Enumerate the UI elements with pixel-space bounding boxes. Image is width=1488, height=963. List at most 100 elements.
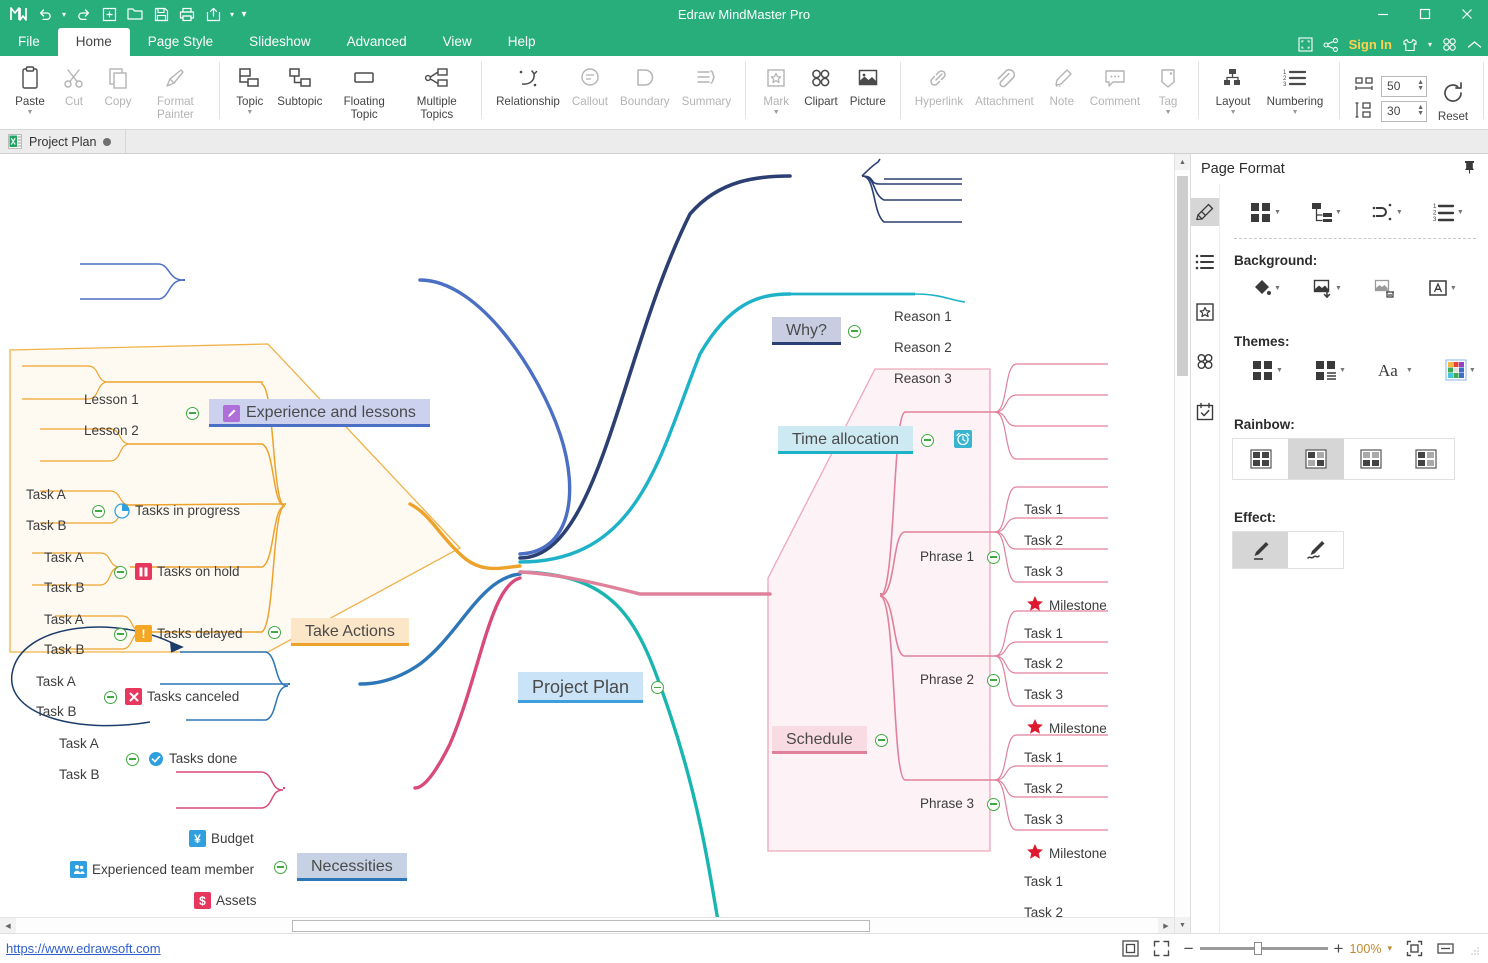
menu-help[interactable]: Help	[490, 28, 554, 56]
layout-button[interactable]: Layout ▼	[1207, 60, 1259, 116]
topic-dropdown-icon[interactable]: ▼	[246, 109, 253, 116]
tasks-canceled-collapse-toggle[interactable]	[104, 690, 117, 704]
leaf-lesson-1[interactable]: Lesson 1	[80, 391, 145, 409]
topic-why[interactable]: Why?	[772, 317, 861, 345]
tasks-on-hold-collapse-toggle[interactable]	[114, 565, 127, 579]
leaf-assets[interactable]: $ Assets	[190, 891, 263, 911]
tag-button[interactable]: Tag ▼	[1146, 60, 1190, 116]
paste-button[interactable]: Paste ▼	[8, 60, 52, 116]
effect-straight[interactable]	[1233, 532, 1288, 568]
phrase-2-collapse-toggle[interactable]	[987, 673, 1001, 687]
fill-color-button[interactable]: ▼	[1248, 274, 1285, 302]
attachment-button[interactable]: Attachment	[969, 60, 1040, 108]
callout-button[interactable]: Callout	[566, 60, 614, 108]
theme-icon[interactable]	[1402, 38, 1418, 52]
remove-background-image-button[interactable]	[1370, 274, 1400, 302]
leaf-p3-task-3[interactable]: Task 3	[1020, 811, 1069, 829]
zoom-dropdown-icon[interactable]: ▾	[1387, 943, 1392, 954]
topic-time-allocation-box[interactable]: Time allocation	[778, 426, 914, 454]
leaf-p2-milestone[interactable]: Milestone	[1022, 717, 1113, 741]
mindmap-canvas[interactable]: Project Plan Why? Reason 1 Reason 2 Reas…	[0, 154, 1190, 933]
zoom-out-button[interactable]: −	[1184, 939, 1194, 959]
menu-file[interactable]: File	[0, 28, 58, 56]
background-image-button[interactable]: ▼	[1309, 274, 1346, 302]
tag-dropdown-icon[interactable]: ▼	[1165, 109, 1172, 116]
connector-style-button[interactable]: ▼	[1368, 198, 1407, 226]
phrase-1-collapse-toggle[interactable]	[987, 550, 1001, 564]
leaf-progress-task-b[interactable]: Task B	[22, 517, 73, 535]
picture-button[interactable]: Picture	[844, 60, 892, 108]
minimize-icon[interactable]	[1362, 0, 1404, 28]
topic-phrase-3[interactable]: Phrase 3	[916, 795, 1001, 813]
canvas-horizontal-scrollbar[interactable]: ◀ ▶	[0, 917, 1174, 933]
leaf-done-task-b[interactable]: Task B	[55, 766, 106, 784]
leaf-p2-task-2[interactable]: Task 2	[1020, 655, 1069, 673]
open-icon[interactable]	[122, 2, 148, 26]
topic-experience-box[interactable]: Experience and lessons	[209, 399, 430, 427]
new-icon[interactable]	[96, 2, 122, 26]
phrase-3-collapse-toggle[interactable]	[987, 797, 1001, 811]
theme-color-caret-icon[interactable]: ▼	[1469, 367, 1476, 374]
tasks-done-row[interactable]: Tasks done	[139, 749, 243, 769]
layout-dropdown-icon[interactable]: ▼	[1230, 109, 1237, 116]
central-topic-box[interactable]: Project Plan	[518, 672, 644, 703]
topic-tasks-canceled[interactable]: Tasks canceled	[104, 687, 245, 707]
resize-grip-icon[interactable]	[1470, 944, 1480, 955]
doc-tab-project-plan[interactable]: Project Plan	[0, 130, 127, 153]
tasks-in-progress-collapse-toggle[interactable]	[92, 504, 105, 518]
customize-qat-icon[interactable]: ▾	[238, 2, 250, 26]
reset-button[interactable]: Reset	[1431, 66, 1475, 123]
save-icon[interactable]	[148, 2, 174, 26]
fill-color-caret-icon[interactable]: ▼	[1274, 285, 1281, 292]
scroll-right-icon[interactable]: ▶	[1158, 918, 1174, 933]
theme-font-caret-icon[interactable]: ▼	[1406, 367, 1413, 374]
paste-dropdown-icon[interactable]: ▼	[27, 109, 34, 116]
rainbow-option-4[interactable]	[1399, 439, 1454, 479]
summary-button[interactable]: Summary	[676, 60, 738, 108]
horizontal-spacing-stepper[interactable]: ▲ ▼	[1417, 79, 1424, 92]
tasks-in-progress-row[interactable]: Tasks in progress	[105, 501, 246, 521]
menu-slideshow[interactable]: Slideshow	[231, 28, 329, 56]
redo-icon[interactable]	[70, 2, 96, 26]
cut-button[interactable]: Cut	[52, 60, 96, 108]
layout-style-caret-icon[interactable]: ▼	[1274, 209, 1281, 216]
zoom-slider-handle[interactable]	[1253, 942, 1262, 955]
clipart-tab[interactable]	[1191, 348, 1219, 376]
theme-layout-caret-icon[interactable]: ▼	[1339, 367, 1346, 374]
leaf-p1-task-2[interactable]: Task 2	[1020, 532, 1069, 550]
topic-tasks-in-progress[interactable]: Tasks in progress	[92, 501, 246, 521]
rainbow-option-2[interactable]	[1288, 439, 1344, 479]
format-painter-button[interactable]: Format Painter	[140, 60, 211, 121]
leaf-delayed-task-b[interactable]: Task B	[40, 641, 91, 659]
theme-gallery-button[interactable]: ▼	[1248, 356, 1287, 384]
topic-schedule[interactable]: Schedule	[772, 726, 888, 754]
floating-topic-button[interactable]: Floating Topic	[328, 60, 401, 121]
theme-dropdown-icon[interactable]: ▾	[1428, 40, 1432, 49]
zoom-level-label[interactable]: 100%	[1349, 942, 1381, 956]
phrase-2-row[interactable]: Phrase 2	[916, 671, 980, 689]
vertical-spacing-input[interactable]: 30 ▲ ▼	[1381, 100, 1428, 122]
leaf-p3-task-2[interactable]: Task 2	[1020, 780, 1069, 798]
horizontal-spacing-input[interactable]: 50 ▲ ▼	[1381, 75, 1428, 97]
topic-experience-and-lessons[interactable]: Experience and lessons	[186, 399, 430, 427]
structure-caret-icon[interactable]: ▼	[1335, 209, 1342, 216]
subtopic-button[interactable]: Subtopic	[272, 60, 328, 108]
mark-dropdown-icon[interactable]: ▼	[773, 109, 780, 116]
topic-experience-collapse-toggle[interactable]	[186, 406, 199, 420]
theme-color-button[interactable]: ▼	[1441, 355, 1480, 385]
note-button[interactable]: Note	[1040, 60, 1084, 108]
sign-in-button[interactable]: Sign In	[1349, 37, 1392, 52]
watermark-caret-icon[interactable]: ▼	[1450, 285, 1457, 292]
leaf-p3-task-1[interactable]: Task 1	[1020, 749, 1069, 767]
tasks-on-hold-row[interactable]: Tasks on hold	[127, 562, 246, 582]
clipart-button[interactable]: Clipart	[798, 60, 844, 108]
vertical-spacing-stepper[interactable]: ▲ ▼	[1417, 104, 1424, 117]
tasks-delayed-row[interactable]: ! Tasks delayed	[127, 624, 249, 644]
topic-tasks-done[interactable]: Tasks done	[126, 749, 243, 769]
topic-phrase-1[interactable]: Phrase 1	[916, 548, 1001, 566]
effect-hand-drawn[interactable]	[1288, 532, 1343, 568]
topic-schedule-collapse-toggle[interactable]	[874, 733, 888, 747]
leaf-canceled-task-a[interactable]: Task A	[32, 673, 82, 691]
topic-take-actions-box[interactable]: Take Actions	[291, 618, 409, 646]
menu-home[interactable]: Home	[57, 28, 130, 56]
